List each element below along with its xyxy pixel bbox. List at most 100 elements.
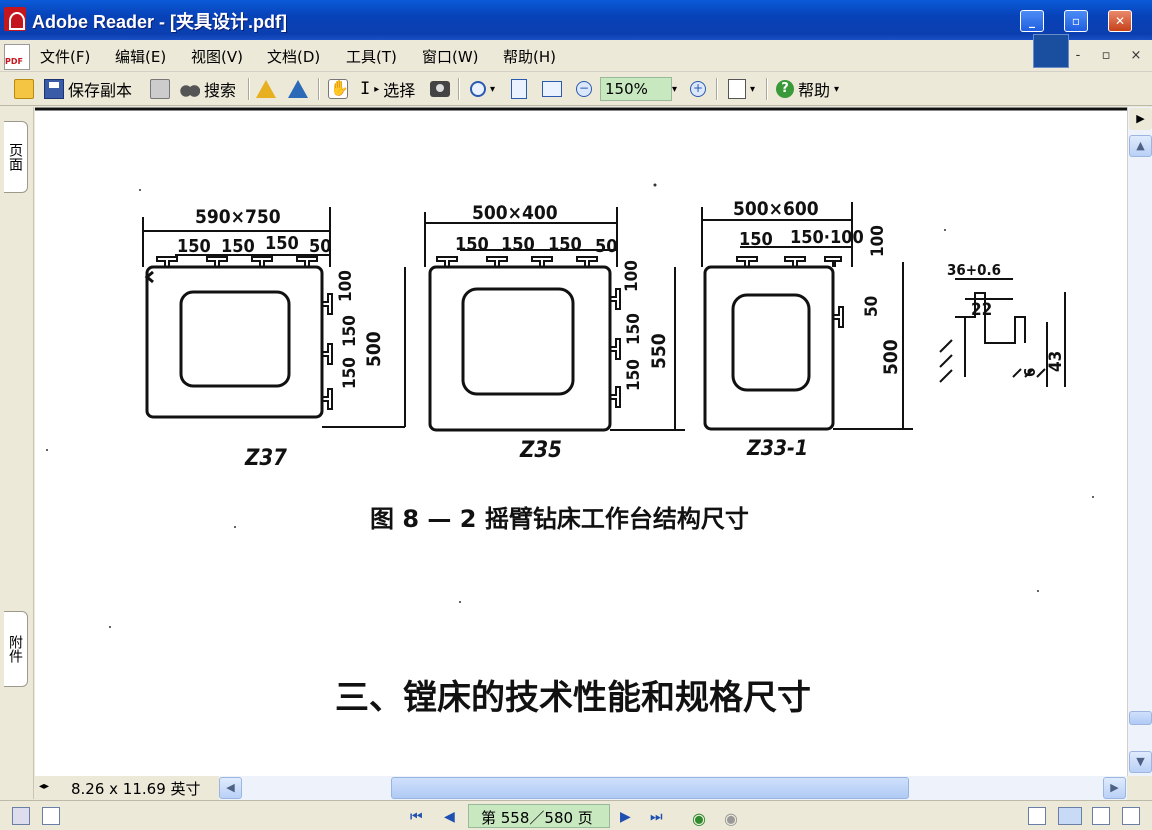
vertical-scrollbar[interactable]: ▶ ▲ ▼ — [1127, 107, 1152, 776]
menu-edit[interactable]: 编辑(E) — [115, 46, 166, 67]
z35-dim-100: 100 — [622, 260, 642, 292]
save-copy-button[interactable]: 保存副本 — [44, 76, 132, 102]
menu-view[interactable]: 视图(V) — [191, 46, 243, 67]
panel-toggle-icon[interactable] — [12, 807, 30, 825]
actual-size-icon[interactable] — [511, 79, 527, 99]
scroll-left-button[interactable]: ◀ — [219, 777, 242, 799]
page-number-field[interactable]: 第 558／580 页 — [468, 804, 610, 828]
fit-width-icon[interactable] — [542, 81, 562, 97]
doc-restore-button[interactable]: ▫ — [1096, 48, 1116, 63]
go-forward-icon[interactable]: ◉ — [724, 809, 738, 828]
search-button[interactable]: 搜索 — [180, 76, 236, 102]
status-row: ◂▸ 8.26 x 11.69 英寸 ◀ ▶ — [35, 776, 1127, 800]
menu-window[interactable]: 窗口(W) — [422, 46, 479, 67]
tab-attachments[interactable]: 附件 — [4, 611, 28, 687]
tab-pages[interactable]: 页面 — [4, 121, 28, 193]
z37-dim-150-c: 150 — [265, 233, 299, 254]
page-layout-icon[interactable] — [728, 79, 746, 99]
menu-bar: 文件(F) 编辑(E) 视图(V) 文档(D) 工具(T) 窗口(W) 帮助(H… — [0, 40, 1152, 72]
detail-dim-22: 22 — [971, 300, 992, 320]
save-copy-label: 保存副本 — [68, 81, 133, 100]
first-page-icon[interactable]: ⏮ — [410, 809, 423, 825]
page-icon[interactable] — [42, 807, 60, 825]
z33-dim-150-100: 150·100 — [790, 227, 864, 248]
zoom-out-icon[interactable]: − — [576, 81, 592, 97]
z33-table-body — [703, 265, 835, 431]
z33-label: Z33-1 — [746, 436, 808, 460]
menu-help[interactable]: 帮助(H) — [503, 46, 556, 67]
detail-dim-6: 6 — [1021, 368, 1039, 377]
last-page-icon[interactable]: ⏭ — [650, 809, 663, 825]
z37-inner-window — [179, 290, 291, 388]
continuous-facing-view-icon[interactable] — [1092, 807, 1110, 825]
z35-dim-150-c: 150 — [548, 234, 582, 255]
help-icon: ? — [776, 80, 794, 98]
z35-dim-550: 550 — [648, 333, 670, 369]
select-arrow-icon: ▸ — [374, 83, 380, 95]
adobe-reader-icon — [4, 7, 26, 31]
z37-dim-150-e: 150 — [340, 357, 360, 389]
binoculars-icon — [180, 79, 200, 99]
search-label: 搜索 — [204, 81, 237, 100]
page-navigation-bar: ⏮ ◀ 第 558／580 页 ▶ ⏭ ◉ ◉ — [0, 800, 1152, 830]
snapshot-icon[interactable] — [430, 81, 450, 97]
z35-dim-150-e: 150 — [624, 359, 644, 391]
page-layout-dropdown-icon[interactable]: ▾ — [750, 84, 755, 95]
open-icon[interactable] — [14, 79, 34, 99]
select-tool-button[interactable]: I ▸ 选择 — [360, 76, 415, 102]
z33-dim-100: 100 — [868, 225, 888, 257]
single-page-view-icon[interactable] — [1028, 807, 1046, 825]
figure-caption: 图 8 — 2 摇臂钻床工作台结构尺寸 — [370, 505, 749, 533]
zoom-dropdown-icon[interactable]: ▾ — [490, 84, 495, 95]
z37-size-label: 590×750 — [195, 206, 281, 228]
facing-view-icon[interactable] — [1122, 807, 1140, 825]
horizontal-scroll-thumb[interactable] — [391, 777, 909, 799]
z33-size-label: 500×600 — [733, 198, 819, 220]
hand-tool-icon[interactable] — [328, 79, 349, 99]
document-view[interactable]: 590×750 150 150 150 50 100 150 150 500 Z… — [35, 107, 1127, 776]
scroll-down-button[interactable]: ▼ — [1129, 751, 1152, 773]
window-title: Adobe Reader - [夹具设计.pdf] — [32, 12, 287, 32]
ebook-icon[interactable] — [288, 80, 308, 98]
zoom-level-field[interactable]: 150% — [600, 77, 672, 101]
scroll-right-button[interactable]: ▶ — [1103, 777, 1126, 799]
minimize-button[interactable]: _ — [1020, 10, 1044, 32]
go-back-icon[interactable]: ◉ — [692, 809, 706, 828]
z33-dim-500: 500 — [880, 339, 902, 375]
z35-size-label: 500×400 — [472, 202, 558, 224]
scroll-up-button[interactable]: ▲ — [1129, 135, 1152, 157]
zoom-in-tool-icon[interactable] — [470, 81, 486, 97]
z37-dim-150-a: 150 — [177, 236, 211, 257]
close-button[interactable]: ✕ — [1108, 10, 1132, 32]
toggle-toolbar-arrow-icon[interactable]: ▶ — [1129, 108, 1152, 130]
zoom-in-icon[interactable]: + — [690, 81, 706, 97]
doc-close-button[interactable]: × — [1126, 48, 1146, 63]
page-size-label: 8.26 x 11.69 英寸 — [71, 780, 201, 798]
doc-minimize-button[interactable]: - — [1068, 48, 1088, 63]
detail-dim-43: 43 — [1046, 351, 1066, 372]
z33-inner-window — [731, 293, 811, 392]
horizontal-scrollbar[interactable]: ◀ ▶ — [219, 776, 1127, 800]
print-icon[interactable] — [150, 79, 170, 99]
previous-page-icon[interactable]: ◀ — [444, 809, 455, 825]
z37-table-body — [145, 265, 324, 419]
help-dropdown-icon: ▾ — [834, 83, 840, 95]
restore-button[interactable]: ▫ — [1064, 10, 1088, 32]
figure-8-2-drawing: 590×750 150 150 150 50 100 150 150 500 Z… — [35, 107, 1127, 718]
next-page-icon[interactable]: ▶ — [620, 809, 631, 825]
pdf-document-icon[interactable] — [4, 44, 30, 70]
text-cursor-icon: I — [360, 79, 371, 99]
adobe-online-icon[interactable] — [256, 80, 276, 98]
zoom-level-dropdown-icon[interactable]: ▾ — [672, 84, 677, 95]
z37-dim-50: 50 — [309, 236, 332, 257]
menu-document[interactable]: 文档(D) — [267, 46, 320, 67]
vertical-scroll-thumb[interactable] — [1129, 711, 1152, 725]
menu-tools[interactable]: 工具(T) — [346, 46, 397, 67]
continuous-view-icon[interactable] — [1058, 807, 1082, 825]
menu-file[interactable]: 文件(F) — [40, 46, 90, 67]
z37-label: Z37 — [244, 446, 287, 471]
z35-dim-150-b: 150 — [501, 234, 535, 255]
help-button[interactable]: ? 帮助 ▾ — [776, 76, 839, 102]
z35-inner-window — [461, 287, 575, 396]
z37-dim-150-d: 150 — [340, 315, 360, 347]
